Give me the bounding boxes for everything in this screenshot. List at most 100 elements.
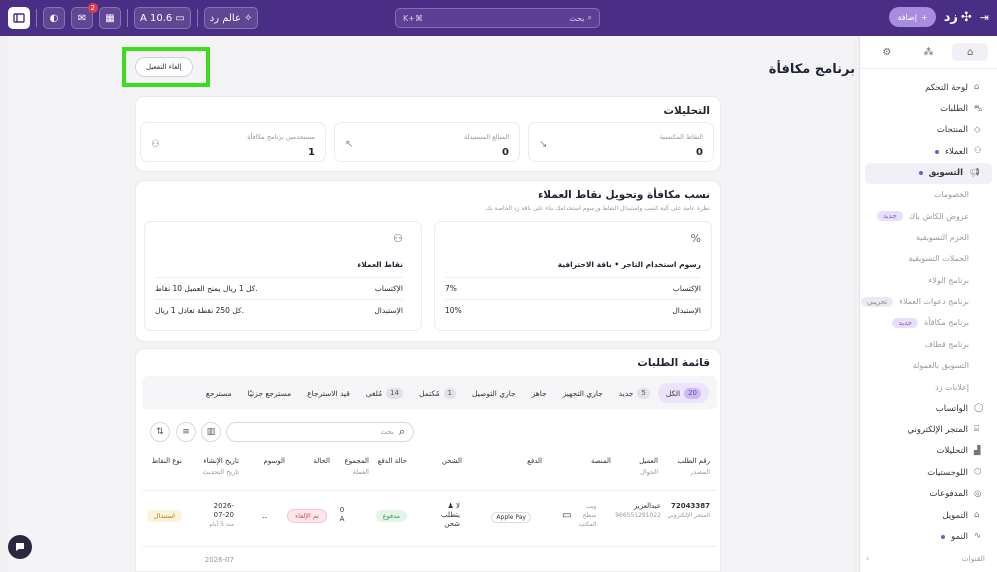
sidebar-item-payments[interactable]: المدفوعات ◎	[860, 483, 997, 504]
col-status: الحالة	[290, 456, 330, 467]
sparkle-icon: ✧	[243, 12, 253, 24]
sidebar-sub-rewards[interactable]: جديد برنامج مكافأة	[860, 312, 997, 333]
columns-icon[interactable]: ▥	[201, 422, 221, 442]
sidebar-item-online-store[interactable]: المتجر الإلكتروني ⌸	[860, 419, 997, 440]
col-created: تاريخ الإنشاء تاريخ التحديث	[184, 456, 239, 478]
sidebar-sub-loyalty[interactable]: برنامج الولاء	[860, 270, 997, 291]
col-sub: الجوال	[640, 468, 658, 476]
search-shortcut: K+⌘	[403, 13, 423, 23]
filter-count: 20	[684, 387, 701, 399]
filter-delivering[interactable]: جاري التوصيل	[464, 389, 524, 398]
window-icon: ▭	[175, 12, 185, 24]
customer-name: عبدالعزيز	[633, 502, 661, 510]
order-no: 72043387	[671, 502, 710, 510]
filter-count: 5	[637, 387, 650, 399]
cell-points-type: استبدال	[142, 510, 182, 522]
home-tab-icon[interactable]: ⌂	[952, 43, 989, 61]
grid-icon[interactable]: ▦	[99, 7, 121, 29]
cell-payment-status: مدفوع	[367, 510, 407, 522]
filter-cancelled[interactable]: مُلغى 14	[358, 387, 411, 399]
sidebar-sub-cashback[interactable]: جديد عروض الكاش باك	[860, 205, 997, 226]
filter-returned[interactable]: مسترجع	[198, 389, 240, 398]
logo-mark-icon: ✣	[960, 9, 972, 25]
store-switcher[interactable]: عالم رد ✧	[203, 7, 259, 29]
stat-value: 0	[696, 147, 703, 158]
filter-preparing[interactable]: جاري التجهيز	[555, 389, 611, 398]
stat-value: 1	[308, 147, 315, 158]
growth-icon: ∿	[974, 531, 982, 542]
sidebar-sub-affiliate[interactable]: التسويق بالعمولة	[860, 355, 997, 376]
collapse-arrow-icon[interactable]: ⇥	[980, 11, 989, 24]
filter-returning[interactable]: قيد الاسترجاع	[299, 389, 358, 398]
version-button[interactable]: A 10.6 ▭	[134, 7, 191, 29]
sidebar-item-analytics[interactable]: التحليلات ▟	[860, 441, 997, 462]
payment-method: Apple Pay	[491, 512, 531, 523]
beta-badge: تجريبي	[861, 296, 894, 307]
row-value: كل 1 ريال يمنح العميل 10 نقاط.	[155, 284, 258, 293]
sidebar-sub-discounts[interactable]: الخصومات	[860, 184, 997, 205]
filter-count: 1	[443, 387, 457, 399]
sidebar-item-products[interactable]: المنتجات ◇	[860, 120, 997, 141]
sidebar-item-label: برنامج دعوات العملاء	[899, 297, 969, 307]
top-bar: ◐ ✉ 2 ▦ A 10.6 ▭ عالم رد ✧ K+⌘ بحث ⌕ إضافة + …	[0, 0, 997, 36]
sidebar-toggle-icon[interactable]	[8, 7, 30, 29]
sidebar-sub-bundles[interactable]: الحزم التسويقية	[860, 227, 997, 248]
chat-support-icon[interactable]	[8, 535, 32, 559]
sidebar-item-label: الحملات التسويقية	[908, 254, 969, 264]
sidebar-item-logistics[interactable]: اللوجستيات ⬡	[860, 462, 997, 483]
sidebar-item-label: لوحة التحكم	[925, 82, 968, 93]
notifications-icon[interactable]: ✉ 2	[71, 3, 98, 29]
theme-toggle-icon[interactable]: ◐	[43, 7, 65, 29]
global-search[interactable]: K+⌘ بحث ⌕	[395, 8, 600, 28]
points-type-badge: استبدال	[146, 510, 182, 522]
ratios-title: نسب مكافأة وتحويل نقاط العملاء	[537, 189, 710, 201]
filter-all[interactable]: الكل 20	[657, 383, 709, 403]
col-label: نوع النقاط	[151, 457, 182, 465]
updated-date: منذ 5 أيام	[209, 521, 234, 528]
sidebar-item-dashboard[interactable]: لوحة التحكم ⌂	[860, 77, 997, 98]
total-value: 0	[339, 506, 345, 514]
col-payment: الدفع	[502, 456, 542, 467]
bank-icon: ⌂	[974, 510, 980, 520]
filter-new[interactable]: جديد 5	[611, 387, 658, 399]
stat-label: مستخدمين برنامج مكافأة	[247, 133, 315, 141]
sidebar-item-marketing[interactable]: التسويق 📢︎	[865, 162, 992, 184]
deactivate-button[interactable]: إلغاء التفعيل	[135, 57, 193, 77]
filter-ready[interactable]: جاهز	[524, 389, 555, 398]
orders-search-input[interactable]: بحث ⌕	[226, 422, 414, 442]
apps-icon[interactable]: ⁂	[910, 43, 946, 61]
customer-points-card: ⚇ نقاط العملاء كل 1 ريال يمنح العميل 10 …	[144, 221, 422, 331]
col-total: المجموع العملة	[329, 456, 369, 478]
tag-icon: ◇	[974, 124, 981, 135]
settings-icon[interactable]: ⚙	[869, 43, 905, 61]
cart-icon: ⛍	[974, 103, 983, 114]
sidebar-item-customers[interactable]: العملاء ⚇	[860, 141, 997, 162]
sidebar-sub-referrals[interactable]: تجريبي برنامج دعوات العملاء	[860, 291, 997, 312]
col-label: العميل	[639, 457, 658, 465]
sidebar-item-label: التسويق بالعمولة	[912, 361, 969, 371]
filter-completed[interactable]: مُكتمل 1	[411, 387, 464, 399]
cell-order-no[interactable]: 72043387 المتجر الإلكتروني	[665, 502, 710, 520]
orders-title: قائمة الطلبات	[637, 357, 710, 369]
sidebar-item-orders[interactable]: الطلبات ⛍	[860, 98, 997, 119]
add-button[interactable]: إضافة +	[889, 7, 936, 27]
channels-label: القنوات	[961, 553, 985, 563]
merchant-row-redeem: 10% الإستبدال	[445, 299, 701, 321]
sidebar-sub-campaigns[interactable]: الحملات التسويقية	[860, 248, 997, 269]
stat-value: 0	[502, 147, 509, 158]
cell-customer: عبدالعزيز 966551291022	[606, 502, 661, 520]
filter-icon[interactable]: ≡	[176, 422, 196, 442]
sidebar-sub-qitaf[interactable]: برنامج قطاف	[860, 334, 997, 355]
sidebar-item-growth[interactable]: النمو ∿	[860, 526, 997, 547]
sidebar-item-funding[interactable]: التمويل ⌂	[860, 505, 997, 526]
sort-icon[interactable]: ⇅	[150, 422, 170, 442]
filter-partially-returned[interactable]: مسترجع جزئيًا	[240, 389, 300, 398]
chevron-left-icon[interactable]: ‹	[866, 554, 869, 563]
row-value: 10%	[445, 306, 462, 315]
col-sub: العملة	[352, 468, 369, 476]
col-label: المنصة	[590, 457, 611, 465]
indicator-dot	[918, 171, 923, 176]
sidebar-sub-zid-ads[interactable]: إعلانات زد	[860, 376, 997, 397]
sidebar-item-whatsapp[interactable]: الواتساب ◯	[860, 398, 997, 419]
order-source: المتجر الإلكتروني	[667, 512, 710, 519]
